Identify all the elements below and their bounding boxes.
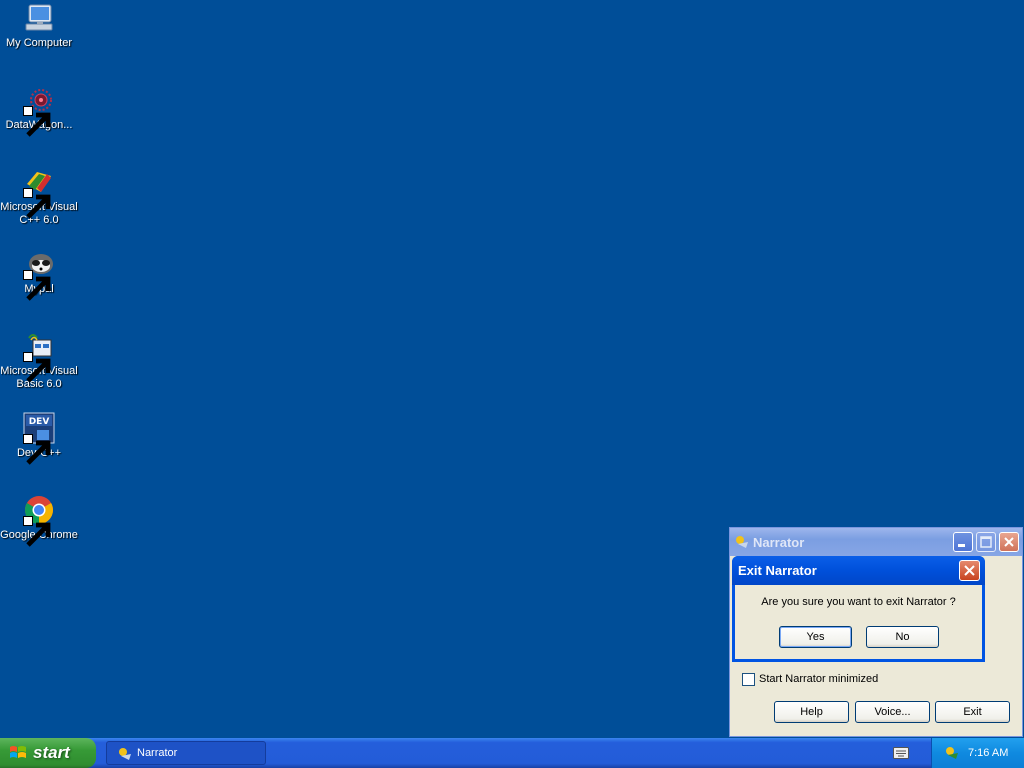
close-button[interactable] <box>999 532 1019 552</box>
clock[interactable]: 7:16 AM <box>968 747 1008 759</box>
shortcut-arrow-icon <box>23 270 51 301</box>
svg-text:DEV: DEV <box>29 417 50 427</box>
shortcut-arrow-icon <box>23 352 51 383</box>
dialog-close-button[interactable] <box>959 560 980 581</box>
minimize-button[interactable] <box>953 532 973 552</box>
mypal-icon <box>23 248 55 301</box>
dialog-titlebar[interactable]: Exit Narrator <box>732 556 985 585</box>
exit-narrator-dialog: Exit Narrator Are you sure you want to e… <box>732 556 985 662</box>
desktop-icon-visual-basic[interactable]: Microsoft Visual Basic 6.0 <box>0 330 78 391</box>
desktop-icon-datawagon[interactable]: DataWagon... <box>0 84 78 137</box>
start-button[interactable]: start <box>0 738 96 768</box>
voice-button[interactable]: Voice... <box>855 701 930 723</box>
taskbar-button-narrator[interactable]: Narrator <box>106 741 266 765</box>
datawagon-icon <box>23 84 55 137</box>
maximize-button[interactable] <box>976 532 996 552</box>
desktop-icon-dev-cpp[interactable]: DEV Dev-C++ <box>0 412 78 465</box>
chrome-icon <box>23 494 55 547</box>
yes-button[interactable]: Yes <box>779 626 852 648</box>
system-tray: 7:16 AM <box>931 738 1024 768</box>
shortcut-arrow-icon <box>23 434 51 465</box>
dialog-body: Are you sure you want to exit Narrator ?… <box>735 585 982 659</box>
taskbar-button-label: Narrator <box>137 747 178 759</box>
my-computer-icon <box>23 2 55 34</box>
visual-basic-icon <box>23 330 55 383</box>
minimize-icon <box>958 544 965 547</box>
dialog-message: Are you sure you want to exit Narrator ? <box>761 596 956 608</box>
start-minimized-label: Start Narrator minimized <box>759 673 879 685</box>
dev-cpp-icon: DEV <box>23 412 55 465</box>
shortcut-arrow-icon <box>23 516 51 547</box>
close-icon <box>964 565 975 576</box>
narrator-title: Narrator <box>753 535 805 550</box>
desktop-icon-mypal[interactable]: Mypal <box>0 248 78 301</box>
exit-button[interactable]: Exit <box>935 701 1010 723</box>
no-button[interactable]: No <box>866 626 939 648</box>
close-icon <box>1004 537 1014 547</box>
desktop-icon-my-computer[interactable]: My Computer <box>0 2 78 50</box>
narrator-titlebar[interactable]: Narrator <box>730 528 1022 556</box>
help-button[interactable]: Help <box>774 701 849 723</box>
desktop-icon-label: My Computer <box>5 37 73 49</box>
narrator-tray-icon[interactable] <box>944 745 960 761</box>
maximize-icon <box>980 536 992 548</box>
desktop-icon-visual-cpp[interactable]: Microsoft Visual C++ 6.0 <box>0 166 78 227</box>
keyboard-icon[interactable] <box>893 747 909 759</box>
start-label: start <box>33 743 70 762</box>
narrator-app-icon <box>734 534 750 550</box>
start-minimized-checkbox[interactable] <box>742 673 755 686</box>
visual-cpp-icon <box>23 166 55 219</box>
windows-logo-icon <box>9 745 27 761</box>
desktop-icon-google-chrome[interactable]: Google Chrome <box>0 494 78 547</box>
dialog-title: Exit Narrator <box>738 563 817 578</box>
taskbar: start Narrator 7:16 AM <box>0 738 1024 768</box>
shortcut-arrow-icon <box>23 106 51 137</box>
shortcut-arrow-icon <box>23 188 51 219</box>
narrator-app-icon <box>117 746 133 762</box>
